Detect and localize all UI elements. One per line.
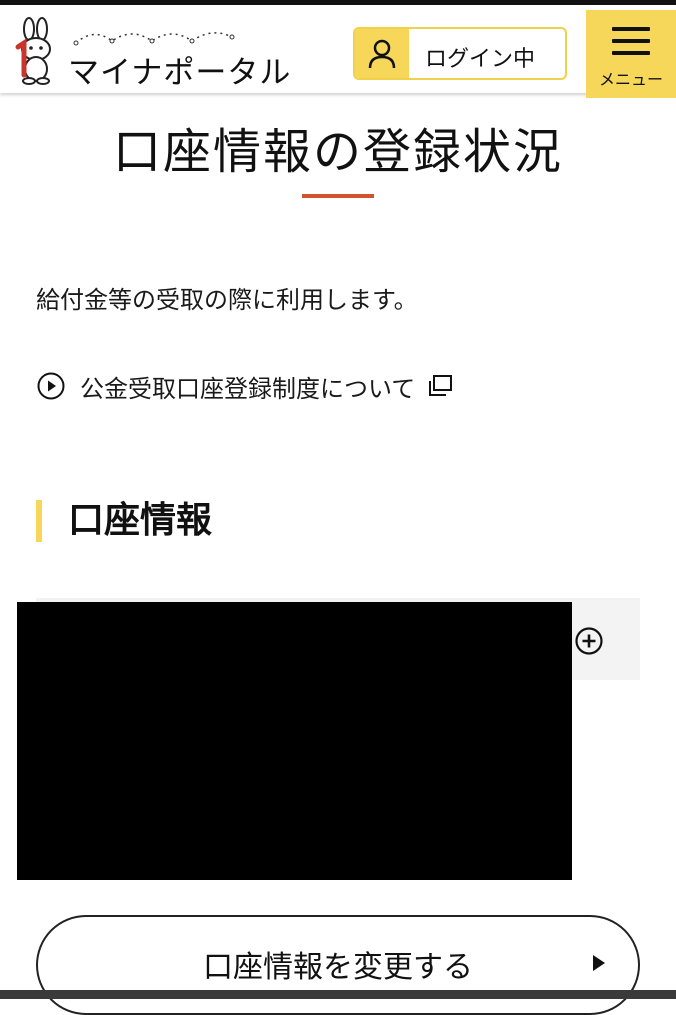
title-underline bbox=[302, 194, 374, 198]
login-status-label: ログイン中 bbox=[425, 47, 536, 72]
triangle-right-icon bbox=[593, 955, 605, 971]
public-account-system-link[interactable]: 公金受取口座登録制度について bbox=[36, 368, 453, 404]
logo-dots-decoration bbox=[73, 32, 235, 46]
change-button-label: 口座情報を変更する bbox=[203, 951, 473, 984]
mascot-rabbit-icon bbox=[15, 17, 51, 85]
external-window-icon bbox=[429, 375, 453, 396]
info-link-label: 公金受取口座登録制度について bbox=[80, 374, 416, 403]
page-description: 給付金等の受取の際に利用します。 bbox=[36, 286, 418, 314]
logo-link[interactable]: マイナポータル bbox=[12, 17, 290, 91]
menu-label: メニュー bbox=[598, 70, 663, 89]
account-info-heading: 口座情報 bbox=[36, 500, 212, 542]
login-icon-area bbox=[355, 29, 409, 78]
plus-circle-icon[interactable] bbox=[574, 626, 604, 656]
play-circle-icon bbox=[37, 372, 65, 400]
bottom-bar bbox=[0, 990, 676, 999]
page-title: 口座情報の登録状況 bbox=[112, 124, 563, 180]
logo-text: マイナポータル bbox=[68, 55, 292, 91]
user-icon bbox=[368, 39, 396, 69]
hamburger-icon bbox=[612, 27, 650, 63]
menu-button[interactable]: メニュー bbox=[586, 10, 676, 98]
redacted-account-details bbox=[17, 602, 572, 880]
login-status-button[interactable]: ログイン中 bbox=[353, 27, 567, 80]
change-account-info-button[interactable]: 口座情報を変更する bbox=[36, 915, 640, 1015]
site-header: マイナポータル ログイン中 メニュー bbox=[0, 5, 676, 98]
